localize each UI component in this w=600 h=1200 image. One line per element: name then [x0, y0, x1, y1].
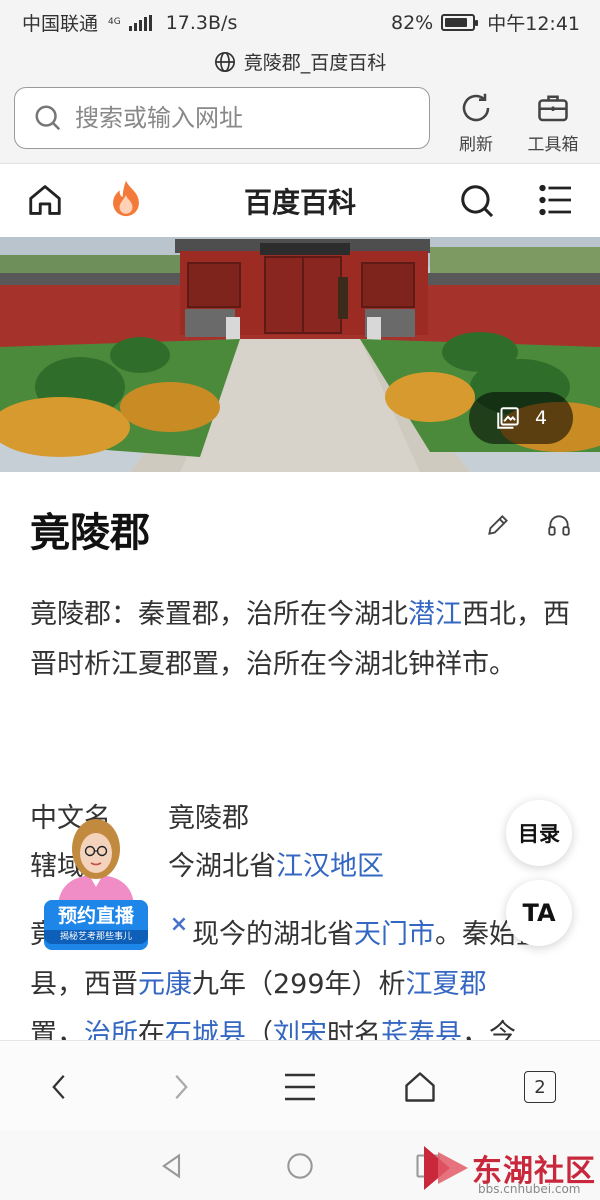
link-tianmen[interactable]: 天门市 — [354, 919, 435, 950]
network-type: 4G — [108, 17, 121, 27]
close-icon[interactable]: × — [162, 907, 196, 941]
image-count: 4 — [534, 407, 548, 429]
live-promo[interactable]: 预约直播 揭秘艺考那些事儿 × — [38, 815, 198, 950]
body-text: 九年（299年）析 — [192, 969, 406, 1000]
back-button[interactable] — [36, 1063, 84, 1111]
watermark-logo: 东湖社区 bbs.cnhubei.com — [420, 1140, 600, 1200]
search-icon — [35, 105, 61, 131]
tabs-button[interactable]: 2 — [516, 1063, 564, 1111]
system-home-icon[interactable] — [286, 1152, 314, 1180]
live-title: 预约直播 — [57, 905, 134, 927]
presenter-avatar — [58, 819, 134, 905]
signal-icon — [128, 14, 152, 31]
body-line: 县，西晋元康九年（299年）析江夏郡 — [30, 960, 590, 1010]
browser-bottom-nav: 2 — [0, 1040, 600, 1130]
body-text: 县，西晋 — [30, 969, 138, 1000]
link-yuankang[interactable]: 元康 — [138, 969, 192, 1000]
gallery-count-badge[interactable]: 4 — [469, 392, 573, 444]
menu-icon[interactable] — [538, 183, 574, 217]
toolbox-icon — [538, 95, 568, 122]
battery-icon — [441, 14, 479, 31]
watermark-emblem — [424, 1146, 468, 1190]
hamburger-icon — [285, 1073, 315, 1101]
home-button[interactable] — [396, 1063, 444, 1111]
url-search-box[interactable] — [14, 87, 430, 149]
refresh-icon — [462, 93, 490, 122]
carrier-name: 中国联通 — [22, 13, 99, 35]
article-title: 竟陵郡 — [30, 510, 150, 556]
status-bar: 中国联通 4G 17.3B/s 82% 中午12:41 — [0, 0, 600, 40]
link-jiangxia[interactable]: 江夏郡 — [406, 969, 487, 1000]
page-title-bar: 竟陵郡_百度百科 — [0, 48, 600, 75]
toc-button[interactable]: 目录 — [506, 800, 572, 866]
headphones-icon[interactable] — [546, 512, 572, 538]
body-text: 现今的湖北省 — [192, 919, 354, 950]
baike-title: 百度百科 — [243, 186, 356, 219]
refresh-button[interactable]: 刷新 — [441, 90, 511, 155]
ta-button[interactable]: TA — [506, 880, 572, 946]
chevron-right-icon — [175, 1075, 188, 1099]
hero-image[interactable]: 4 — [0, 237, 600, 472]
browser-toolbar: 竟陵郡_百度百科 刷新 工具箱 — [0, 40, 600, 164]
live-subtitle: 揭秘艺考那些事儿 — [44, 930, 148, 944]
globe-icon — [214, 51, 235, 72]
clock: 中午12:41 — [487, 13, 580, 35]
article-summary: 竟陵郡：秦置郡，治所在今湖北潜江西北，西晋时析江夏郡置，治所在今湖北钟祥市。 — [30, 590, 575, 690]
summary-text-1: 竟陵郡：秦置郡，治所在今湖北 — [30, 599, 408, 630]
battery-percent: 82% — [391, 11, 434, 34]
tabs-count: 2 — [524, 1071, 556, 1103]
refresh-label: 刷新 — [459, 135, 493, 155]
page-title: 竟陵郡_百度百科 — [243, 52, 387, 74]
menu-button[interactable] — [276, 1063, 324, 1111]
toolbox-label: 工具箱 — [527, 135, 579, 155]
system-back-icon[interactable] — [158, 1152, 186, 1180]
search-icon[interactable] — [458, 182, 496, 220]
edit-icon[interactable] — [485, 512, 511, 538]
url-search-input[interactable] — [75, 104, 405, 132]
network-speed: 17.3B/s — [165, 11, 238, 34]
gallery-icon — [497, 407, 519, 429]
home-icon — [405, 1072, 435, 1102]
link-jianghan[interactable]: 江汉地区 — [276, 844, 384, 883]
forward-button[interactable] — [156, 1063, 204, 1111]
chevron-left-icon — [52, 1075, 65, 1099]
live-banner[interactable]: 预约直播 揭秘艺考那些事儿 — [44, 900, 148, 950]
toolbox-button[interactable]: 工具箱 — [518, 90, 588, 155]
watermark-url: bbs.cnhubei.com — [478, 1182, 581, 1196]
baike-header: 百度百科 — [0, 165, 600, 237]
link-qianjiang[interactable]: 潜江 — [408, 599, 462, 630]
